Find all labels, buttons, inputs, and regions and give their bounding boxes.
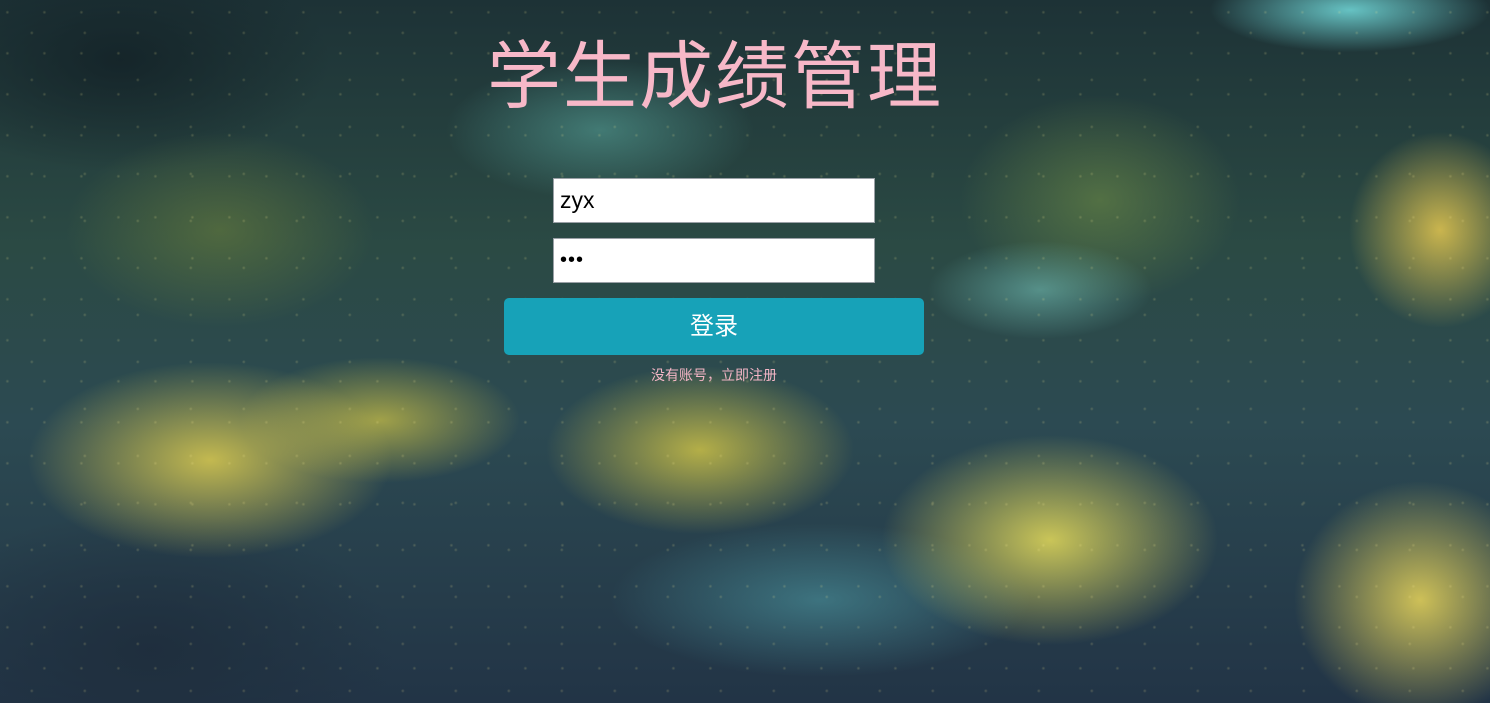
login-button[interactable]: 登录 <box>504 298 924 355</box>
password-input[interactable] <box>553 238 875 283</box>
register-link[interactable]: 没有账号，立即注册 <box>504 366 924 386</box>
login-page: 学生成绩管理 登录 没有账号，立即注册 <box>0 0 1490 703</box>
username-input[interactable] <box>553 178 875 223</box>
page-title: 学生成绩管理 <box>487 34 943 120</box>
